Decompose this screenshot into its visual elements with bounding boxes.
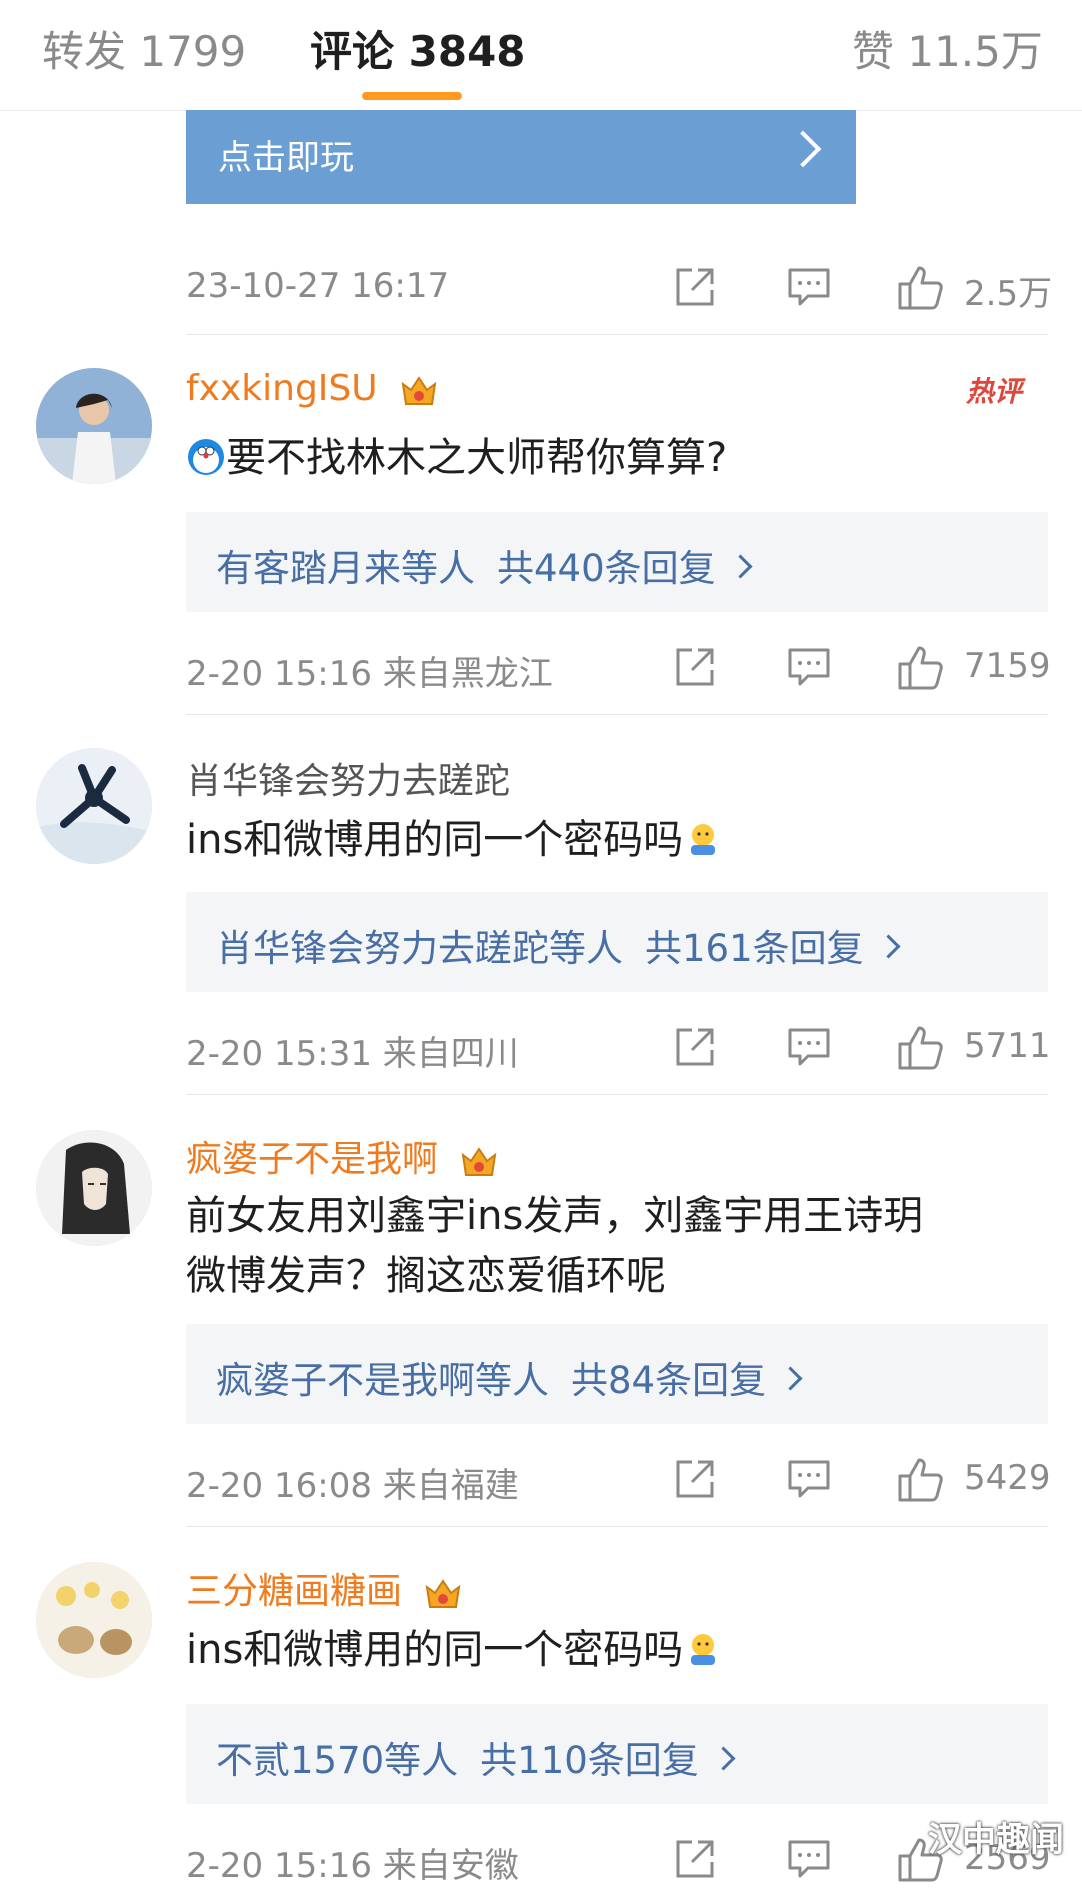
comment-time: 2-20 15:31 来自四川 <box>186 1034 519 1074</box>
comment-meta-row: 2-20 15:16 来自黑龙江 7159 <box>186 638 1051 698</box>
reply-users: 有客踏月来等人 <box>216 547 475 590</box>
comment-username[interactable]: 三分糖画糖画 <box>186 1562 463 1614</box>
comment-content: 要不找林木之大师帮你算算? <box>186 428 1048 488</box>
comment-username[interactable]: 肖华锋会努力去蹉跎 <box>186 752 510 804</box>
reply-summary[interactable]: 疯婆子不是我啊等人 共84条回复 <box>186 1324 1048 1424</box>
tab-repost[interactable]: 转发 1799 <box>42 18 246 79</box>
comment-content: ins和微博用的同一个密码吗 <box>186 1620 1048 1680</box>
reply-users: 不贰1570等人 <box>216 1739 459 1782</box>
comment-meta-row: 2-20 15:31 来自四川 5711 <box>186 1018 1051 1078</box>
like-count: 5429 <box>964 1458 1051 1498</box>
comment-content: ins和微博用的同一个密码吗 <box>186 810 1048 870</box>
comment-text: ins和微博用的同一个密码吗 <box>186 1627 684 1673</box>
reply-count: 共440条回复 <box>497 547 716 590</box>
vip-crown-icon <box>462 1147 497 1176</box>
comment-text: ins和微博用的同一个密码吗 <box>186 817 684 863</box>
reply-summary[interactable]: 肖华锋会努力去蹉跎等人 共161条回复 <box>186 892 1048 992</box>
active-tab-indicator <box>362 92 462 100</box>
post-meta-row: 23-10-27 16:17 2.5万 <box>186 258 1052 318</box>
divider <box>186 714 1048 715</box>
share-icon[interactable] <box>672 264 718 314</box>
tab-likes[interactable]: 赞 11.5万 <box>852 18 1043 79</box>
divider <box>186 1094 1048 1095</box>
like-icon[interactable] <box>896 264 946 316</box>
reply-users: 肖华锋会努力去蹉跎等人 <box>216 927 623 970</box>
comment-icon[interactable] <box>786 264 832 314</box>
like-count: 7159 <box>964 646 1051 686</box>
like-count: 2.5万 <box>964 274 1053 314</box>
play-now-banner[interactable]: 点击即玩 <box>186 110 856 204</box>
share-icon[interactable] <box>672 1456 718 1506</box>
reply-count: 共161条回复 <box>645 927 864 970</box>
comment-time: 2-20 15:16 来自黑龙江 <box>186 654 553 694</box>
comment-time: 2-20 15:16 来自安徽 <box>186 1846 519 1886</box>
hot-comment-tag: 热评 <box>966 375 1023 408</box>
vip-crown-icon <box>401 376 437 405</box>
like-icon[interactable] <box>896 644 946 696</box>
chevron-right-icon <box>876 934 901 959</box>
avatar[interactable] <box>36 1562 152 1678</box>
chevron-right-icon <box>784 130 822 168</box>
reply-count: 共84条回复 <box>571 1359 767 1402</box>
waving-emoji-icon <box>691 824 716 855</box>
chevron-right-icon <box>711 1746 736 1771</box>
tab-comments[interactable]: 评论 3848 <box>310 18 526 79</box>
comment-icon[interactable] <box>786 1836 832 1886</box>
like-count: 5711 <box>964 1026 1051 1066</box>
divider <box>186 334 1048 335</box>
watermark: 汉中趣闻 <box>928 1820 1064 1860</box>
share-icon[interactable] <box>672 644 718 694</box>
comment-content: 前女友用刘鑫宇ins发声，刘鑫宇用王诗玥 微博发声？搁这恋爱循环呢 <box>186 1186 1048 1306</box>
reply-users: 疯婆子不是我啊等人 <box>216 1359 549 1402</box>
post-time: 23-10-27 16:17 <box>186 266 450 306</box>
divider <box>186 1526 1048 1527</box>
username-text: fxxkingISU <box>186 368 378 409</box>
waving-emoji-icon <box>691 1634 716 1665</box>
comment-icon[interactable] <box>786 1456 832 1506</box>
comment-time: 2-20 16:08 来自福建 <box>186 1466 519 1506</box>
comment-text: 要不找林木之大师帮你算算? <box>226 435 728 481</box>
reply-summary[interactable]: 有客踏月来等人 共440条回复 <box>186 512 1048 612</box>
reply-count: 共110条回复 <box>480 1739 699 1782</box>
vip-crown-icon <box>426 1579 461 1608</box>
comment-icon[interactable] <box>786 1024 832 1074</box>
share-icon[interactable] <box>672 1024 718 1074</box>
reply-summary[interactable]: 不贰1570等人 共110条回复 <box>186 1704 1048 1804</box>
username-text: 疯婆子不是我啊 <box>186 1139 439 1180</box>
like-icon[interactable] <box>896 1456 946 1508</box>
comment-meta-row: 2-20 16:08 来自福建 5429 <box>186 1450 1051 1510</box>
doraemon-emoji-icon <box>188 439 224 475</box>
comment-meta-row: 2-20 15:16 来自安徽 2569 <box>186 1830 1051 1890</box>
comment-username[interactable]: 疯婆子不是我啊 <box>186 1130 499 1182</box>
comment-icon[interactable] <box>786 644 832 694</box>
tab-bar: 转发 1799 评论 3848 赞 11.5万 <box>0 0 1082 111</box>
comment-text-line2: 微博发声？搁这恋爱循环呢 <box>186 1253 666 1299</box>
like-icon[interactable] <box>896 1024 946 1076</box>
avatar[interactable] <box>36 368 152 484</box>
comment-username[interactable]: fxxkingISU <box>186 368 439 410</box>
chevron-right-icon <box>728 554 753 579</box>
username-text: 肖华锋会努力去蹉跎 <box>186 761 511 802</box>
username-text: 三分糖画糖画 <box>186 1571 403 1612</box>
chevron-right-icon <box>778 1366 803 1391</box>
comment-text-line1: 前女友用刘鑫宇ins发声，刘鑫宇用王诗玥 <box>186 1193 924 1239</box>
banner-label: 点击即玩 <box>218 138 354 178</box>
share-icon[interactable] <box>672 1836 718 1886</box>
avatar[interactable] <box>36 748 152 864</box>
avatar[interactable] <box>36 1130 152 1246</box>
